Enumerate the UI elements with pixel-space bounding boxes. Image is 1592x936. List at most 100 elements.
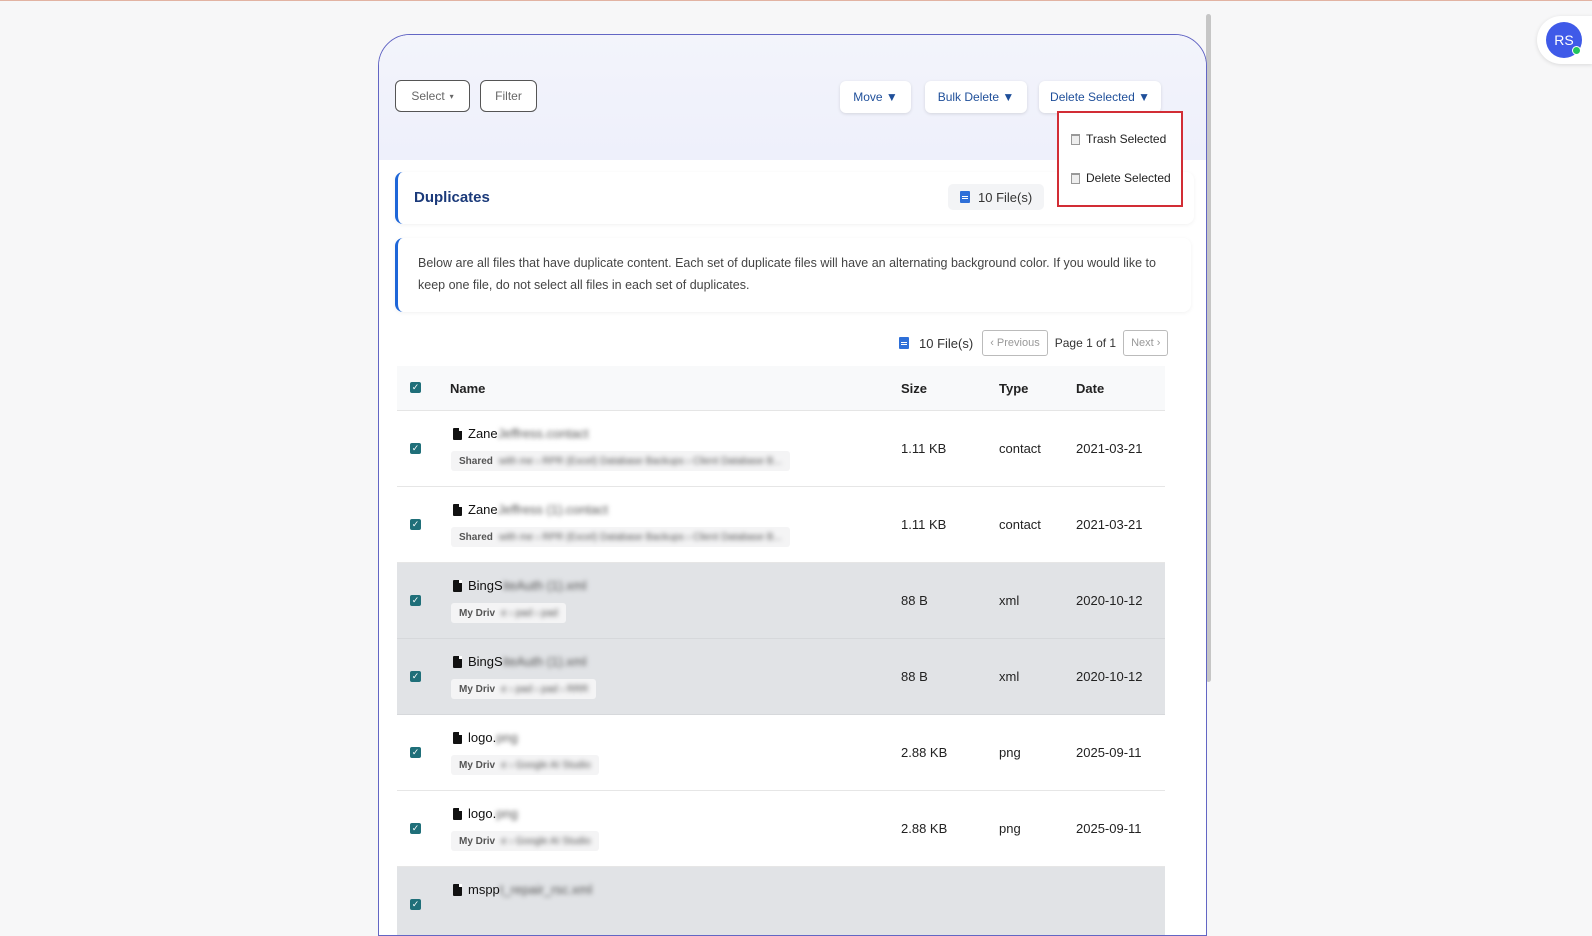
table-row[interactable]: ✓ ZaneJeffress.contact Shared with me › RPR…: [397, 411, 1165, 487]
duplicates-info-box: Below are all files that have duplicate …: [395, 238, 1191, 312]
delete-selected-button[interactable]: Delete Selected ▼: [1039, 81, 1161, 113]
column-header-name[interactable]: Name: [450, 381, 485, 396]
file-date: 2021-03-21: [1076, 441, 1143, 456]
delete-selected-dropdown: Trash Selected Delete Selected: [1057, 111, 1183, 207]
file-location-visible: Shared: [459, 531, 493, 543]
file-size: 2.88 KB: [901, 745, 948, 760]
file-name-redacted: t_repair_rsc.xml: [499, 882, 593, 897]
file-name-visible: logo.: [468, 806, 497, 821]
pagination-file-count-text: 10 File(s): [919, 335, 974, 351]
file-date: 2020-10-12: [1076, 593, 1143, 608]
previous-page-button[interactable]: ‹ Previous: [982, 330, 1048, 356]
duplicates-file-count: 10 File(s): [978, 189, 1033, 205]
bulk-delete-button[interactable]: Bulk Delete ▼: [925, 81, 1027, 113]
file-name-redacted: iteAuth (1).xml: [502, 578, 587, 593]
row-checkbox[interactable]: ✓: [410, 899, 421, 910]
file-icon: [453, 503, 462, 516]
avatar-initials: RS: [1554, 32, 1574, 48]
row-checkbox[interactable]: ✓: [410, 443, 421, 454]
avatar[interactable]: RS: [1546, 22, 1582, 58]
table-row[interactable]: ✓ BingSiteAuth (1).xml My Driv e › pad › pa…: [397, 639, 1165, 715]
file-name-redacted: iteAuth (1).xml: [502, 654, 587, 669]
file-type: contact: [999, 517, 1041, 532]
file-name[interactable]: logo.png: [453, 730, 518, 745]
row-checkbox[interactable]: ✓: [410, 595, 421, 606]
file-location-visible: Shared: [459, 455, 493, 467]
file-location: My Driv e › Google AI Studio: [451, 831, 599, 851]
trash-icon: [1071, 172, 1080, 184]
file-type: xml: [999, 669, 1020, 684]
file-location-redacted: e › Google AI Studio: [501, 759, 591, 771]
page-indicator: Page 1 of 1: [1054, 336, 1117, 350]
duplicates-file-count-badge: 10 File(s): [948, 184, 1045, 210]
move-button[interactable]: Move ▼: [840, 81, 911, 113]
files-table: ✓ Name Size Type Date ✓ ZaneJeffress.cont…: [397, 366, 1165, 935]
row-checkbox[interactable]: ✓: [410, 747, 421, 758]
table-body: ✓ ZaneJeffress.contact Shared with me › RPR…: [397, 411, 1165, 935]
file-location-redacted: with me › RPR (Excel) Database Backups ›…: [498, 531, 782, 543]
file-location-visible: My Driv: [459, 835, 496, 847]
file-size: 1.11 KB: [901, 441, 947, 456]
select-all-checkbox[interactable]: ✓: [410, 382, 421, 393]
file-icon: [453, 579, 462, 592]
file-name-visible: logo.: [468, 730, 497, 745]
file-size: 88 B: [901, 669, 928, 684]
file-icon: [453, 883, 462, 896]
select-button-label: Select: [411, 89, 445, 103]
file-name-visible: Zane: [468, 426, 498, 441]
file-date: 2025-09-11: [1076, 745, 1142, 760]
file-name-redacted: png: [496, 730, 518, 745]
delete-selected-menu-item[interactable]: Delete Selected: [1071, 171, 1171, 185]
row-checkbox[interactable]: ✓: [410, 519, 421, 530]
file-name-redacted: Jeffress (1).contact: [497, 502, 608, 517]
file-size: 2.88 KB: [901, 821, 948, 836]
file-name[interactable]: logo.png: [453, 806, 518, 821]
delete-selected-button-label: Delete Selected ▼: [1050, 90, 1150, 104]
delete-selected-label: Delete Selected: [1086, 171, 1171, 185]
column-header-date[interactable]: Date: [1076, 381, 1104, 396]
row-checkbox[interactable]: ✓: [410, 823, 421, 834]
next-page-label: Next ›: [1131, 337, 1161, 349]
file-icon: [453, 655, 462, 668]
file-location: Shared with me › RPR (Excel) Database Bac…: [451, 527, 790, 547]
next-page-button[interactable]: Next ›: [1123, 330, 1169, 356]
table-row[interactable]: ✓ msppt_repair_rsc.xml: [397, 867, 1165, 935]
file-name[interactable]: ZaneJeffress.contact: [453, 426, 588, 441]
bulk-delete-button-label: Bulk Delete ▼: [937, 90, 1015, 104]
file-name-redacted: Jeffress.contact: [497, 426, 589, 441]
file-location: My Driv e › pad › pad: [451, 603, 566, 623]
file-name[interactable]: msppt_repair_rsc.xml: [453, 882, 592, 897]
column-header-type[interactable]: Type: [999, 381, 1028, 396]
chevron-down-icon: ▾: [449, 91, 454, 101]
file-type: contact: [999, 441, 1041, 456]
file-name-visible: BingS: [468, 654, 503, 669]
table-row[interactable]: ✓ BingSiteAuth (1).xml My Driv e › pad › pa…: [397, 563, 1165, 639]
trash-selected-label: Trash Selected: [1086, 132, 1167, 146]
previous-page-label: ‹ Previous: [990, 337, 1040, 349]
file-type: xml: [999, 593, 1020, 608]
table-row[interactable]: ✓ logo.png My Driv e › Google AI Studio 2.88…: [397, 791, 1165, 867]
file-name-visible: mspp: [468, 882, 500, 897]
table-header: ✓ Name Size Type Date: [397, 366, 1165, 411]
file-name-visible: BingS: [468, 578, 503, 593]
trash-icon: [1071, 133, 1080, 145]
file-icon: [453, 731, 462, 744]
file-date: 2021-03-21: [1076, 517, 1143, 532]
file-size: 88 B: [901, 593, 928, 608]
file-location: My Driv e › pad › pad › RRR: [451, 679, 597, 699]
filter-button-label: Filter: [495, 89, 522, 103]
filter-button[interactable]: Filter: [480, 80, 537, 112]
trash-selected-menu-item[interactable]: Trash Selected: [1071, 132, 1166, 146]
column-header-size[interactable]: Size: [901, 381, 927, 396]
file-date: 2025-09-11: [1076, 821, 1142, 836]
file-name[interactable]: ZaneJeffress (1).contact: [453, 502, 608, 517]
file-name[interactable]: BingSiteAuth (1).xml: [453, 578, 587, 593]
file-name[interactable]: BingSiteAuth (1).xml: [453, 654, 587, 669]
table-row[interactable]: ✓ ZaneJeffress (1).contact Shared with me ›…: [397, 487, 1165, 563]
document-icon: [960, 191, 970, 203]
top-border: [0, 0, 1592, 1]
select-button[interactable]: Select ▾: [395, 80, 470, 112]
table-row[interactable]: ✓ logo.png My Driv e › Google AI Studio 2.88…: [397, 715, 1165, 791]
row-checkbox[interactable]: ✓: [410, 671, 421, 682]
file-icon: [453, 427, 462, 440]
